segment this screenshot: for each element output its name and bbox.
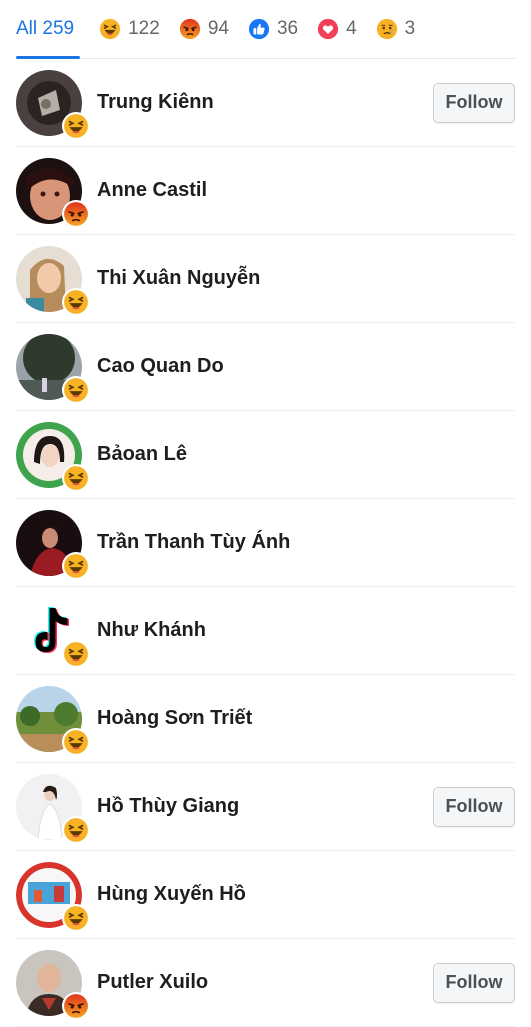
avatar-wrapper (16, 157, 90, 228)
person-name[interactable]: Thi Xuân Nguyễn (97, 267, 515, 290)
laugh-reaction-icon (62, 903, 90, 932)
laugh-reaction-icon (62, 727, 90, 756)
avatar-wrapper (16, 773, 90, 844)
avatar-wrapper (16, 509, 90, 580)
person-name[interactable]: Hùng Xuyến Hồ (97, 883, 515, 906)
person-name[interactable]: Cao Quan Do (97, 355, 515, 378)
reaction-tabs: All 259 122 94 36 4 3 (16, 0, 515, 59)
list-item[interactable]: Bảoan Lê (16, 411, 515, 499)
tab-laugh[interactable]: 122 (99, 0, 160, 58)
list-item[interactable]: Hùng Xuyến Hồ (16, 851, 515, 939)
tab-like[interactable]: 36 (248, 0, 298, 58)
angry-reaction-icon (62, 991, 90, 1020)
person-name[interactable]: Bảoan Lê (97, 443, 515, 466)
angry-reaction-icon (62, 199, 90, 228)
laugh-reaction-icon (100, 18, 121, 40)
list-item[interactable]: Thi Xuân Nguyễn (16, 235, 515, 323)
person-name[interactable]: Anne Castil (97, 179, 515, 202)
list-item[interactable]: Như Khánh (16, 587, 515, 675)
list-item[interactable]: Anne Castil (16, 147, 515, 235)
person-name[interactable]: Hoàng Sơn Triết (97, 707, 515, 730)
sad-reaction-icon (376, 18, 397, 40)
tab-angry[interactable]: 94 (179, 0, 229, 58)
laugh-reaction-icon (62, 551, 90, 580)
avatar-wrapper (16, 245, 90, 316)
avatar-wrapper (16, 421, 90, 492)
tab-sad[interactable]: 3 (376, 0, 416, 58)
love-reaction-icon (318, 18, 339, 40)
laugh-reaction-icon (62, 287, 90, 316)
follow-button[interactable]: Follow (433, 786, 515, 827)
laugh-reaction-icon (62, 639, 90, 668)
laugh-reaction-icon (62, 375, 90, 404)
angry-reaction-icon (179, 18, 200, 40)
avatar-wrapper (16, 333, 90, 404)
person-name[interactable]: Putler Xuilo (97, 971, 433, 994)
person-name[interactable]: Hồ Thùy Giang (97, 795, 433, 818)
list-item[interactable]: Trần Thanh Tùy Ánh (16, 499, 515, 587)
person-name[interactable]: Trung Kiênn (97, 91, 433, 114)
person-name[interactable]: Trần Thanh Tùy Ánh (97, 531, 515, 554)
list-item[interactable]: Trung Kiênn Follow (16, 59, 515, 147)
avatar-wrapper (16, 685, 90, 756)
avatar-wrapper (16, 861, 90, 932)
like-reaction-icon (248, 18, 270, 40)
laugh-reaction-icon (62, 463, 90, 492)
tab-love[interactable]: 4 (317, 0, 357, 58)
reactors-list: Trung Kiênn Follow Anne Castil Thi Xuân … (16, 59, 515, 1027)
avatar-wrapper (16, 949, 90, 1020)
laugh-reaction-icon (62, 815, 90, 844)
avatar-wrapper (16, 597, 90, 668)
laugh-reaction-icon (62, 111, 90, 140)
list-item[interactable]: Hồ Thùy Giang Follow (16, 763, 515, 851)
avatar-wrapper (16, 69, 90, 140)
tab-all-label: All 259 (16, 18, 75, 39)
tab-angry-count: 94 (207, 18, 229, 39)
tab-sad-count: 3 (404, 18, 416, 39)
follow-button[interactable]: Follow (433, 962, 515, 1003)
person-name[interactable]: Như Khánh (97, 619, 515, 642)
tab-like-count: 36 (276, 18, 299, 39)
follow-button[interactable]: Follow (433, 82, 515, 123)
tab-love-count: 4 (346, 18, 357, 39)
list-item[interactable]: Hoàng Sơn Triết (16, 675, 515, 763)
tab-all[interactable]: All 259 (16, 0, 81, 59)
list-item[interactable]: Putler Xuilo Follow (16, 939, 515, 1027)
list-item[interactable]: Cao Quan Do (16, 323, 515, 411)
tab-laugh-count: 122 (128, 18, 160, 39)
